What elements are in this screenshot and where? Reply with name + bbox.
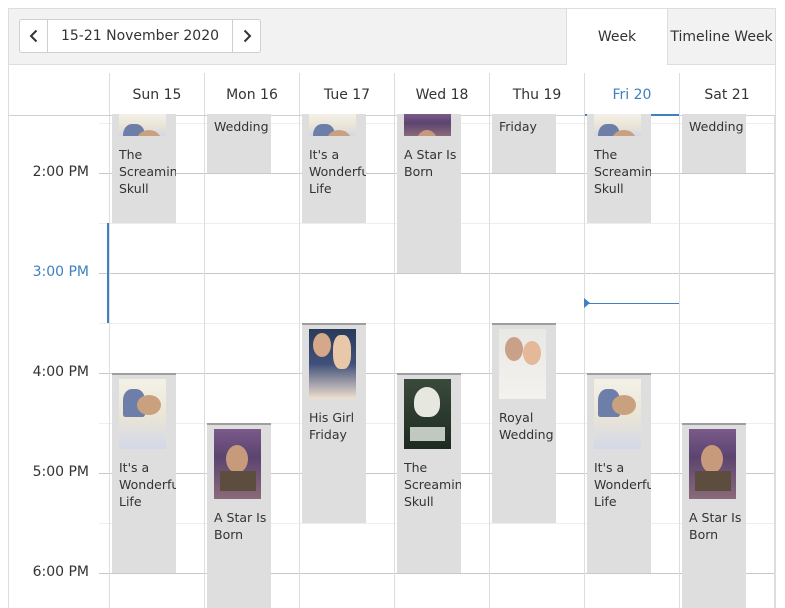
day-header[interactable]: Sun 15 — [109, 73, 204, 115]
date-range-display[interactable]: 15-21 November 2020 — [48, 19, 232, 53]
movie-poster-image — [404, 114, 451, 136]
time-grid: 2:00 PM 3:00 PM 4:00 PM 5:00 PM 6:00 PM The S… — [9, 114, 775, 608]
event-title: It's a Wonderful Life — [119, 460, 176, 509]
day-header-row: Sun 15 Mon 16 Tue 17 Wed 18 Thu 19 Fri 20 Sat … — [9, 73, 775, 116]
hour-line — [99, 273, 775, 274]
time-label: 2:00 PM — [32, 164, 89, 180]
scheduler-toolbar: 15-21 November 2020 Week Timeline Week — [9, 9, 775, 65]
movie-poster-image — [499, 329, 546, 399]
day-header[interactable]: Tue 17 — [299, 73, 394, 115]
event-the-screaming-skull[interactable]: The Screaming Skull — [587, 114, 651, 223]
movie-poster-image — [214, 429, 261, 499]
movie-poster-image — [119, 379, 166, 449]
event-his-girl-friday[interactable]: His Girl Friday — [302, 323, 366, 523]
day-column-divider — [679, 116, 680, 608]
event-it-s-a-wonderful-life[interactable]: It's a Wonderful Life — [112, 373, 176, 573]
day-column-divider — [109, 116, 110, 608]
current-time-line — [587, 303, 679, 304]
movie-poster-image — [594, 114, 641, 136]
chevron-right-icon — [243, 29, 251, 43]
event-it-s-a-wonderful-life[interactable]: It's a Wonderful Life — [587, 373, 651, 573]
event-it-s-a-wonderful-life[interactable]: It's a Wonderful Life — [302, 114, 366, 223]
event-title: Friday — [499, 119, 537, 134]
event-title: A Star Is Born — [689, 510, 742, 542]
day-column-divider — [394, 116, 395, 608]
day-column-divider — [204, 116, 205, 608]
view-tab-week[interactable]: Week — [566, 9, 668, 65]
movie-poster-image — [404, 379, 451, 449]
chevron-left-icon — [29, 29, 37, 43]
event-a-star-is-born[interactable]: A Star Is Born — [397, 114, 461, 273]
day-header[interactable]: Sat 21 — [679, 73, 774, 115]
scheduler: 15-21 November 2020 Week Timeline Week S… — [8, 8, 776, 608]
next-button[interactable] — [232, 19, 261, 53]
day-header[interactable]: Fri 20 — [584, 73, 679, 116]
day-header[interactable]: Thu 19 — [489, 73, 584, 115]
time-label: 3:00 PM — [32, 264, 89, 280]
day-header[interactable]: Mon 16 — [204, 73, 299, 115]
event-title: Wedding — [214, 119, 269, 134]
event-title: The Screaming Skull — [594, 147, 651, 196]
event-the-screaming-skull[interactable]: The Screaming Skull — [397, 373, 461, 573]
time-label: 5:00 PM — [32, 464, 89, 480]
event-wedding[interactable]: Wedding — [682, 114, 746, 173]
half-hour-line — [99, 323, 775, 324]
movie-poster-image — [594, 379, 641, 449]
event-title: A Star Is Born — [404, 147, 457, 179]
event-title: Wedding — [689, 119, 744, 134]
previous-button[interactable] — [19, 19, 48, 53]
event-a-star-is-born[interactable]: A Star Is Born — [207, 423, 271, 608]
event-title: It's a Wonderful Life — [594, 460, 651, 509]
current-hour-indicator — [107, 223, 109, 323]
event-the-screaming-skull[interactable]: The Screaming Skull — [112, 114, 176, 223]
movie-poster-image — [309, 114, 356, 136]
event-royal-wedding[interactable]: Royal Wedding — [492, 323, 556, 523]
movie-poster-image — [689, 429, 736, 499]
event-title: His Girl Friday — [309, 410, 355, 442]
event-a-star-is-born[interactable]: A Star Is Born — [682, 423, 746, 608]
day-header[interactable]: Wed 18 — [394, 73, 489, 115]
event-title: The Screaming Skull — [119, 147, 176, 196]
event-title: Royal Wedding — [499, 410, 554, 442]
event-title: The Screaming Skull — [404, 460, 461, 509]
movie-poster-image — [309, 329, 356, 399]
event-title: A Star Is Born — [214, 510, 267, 542]
day-column-divider — [299, 116, 300, 608]
day-column-divider — [489, 116, 490, 608]
day-column-divider — [584, 116, 585, 608]
time-label: 6:00 PM — [32, 564, 89, 580]
day-column-divider — [774, 116, 775, 608]
event-title: It's a Wonderful Life — [309, 147, 366, 196]
hour-line — [99, 573, 775, 574]
event-friday[interactable]: Friday — [492, 114, 556, 173]
view-tab-timeline-week[interactable]: Timeline Week — [668, 9, 775, 64]
event-wedding[interactable]: Wedding — [207, 114, 271, 173]
time-label: 4:00 PM — [32, 364, 89, 380]
movie-poster-image — [119, 114, 166, 136]
